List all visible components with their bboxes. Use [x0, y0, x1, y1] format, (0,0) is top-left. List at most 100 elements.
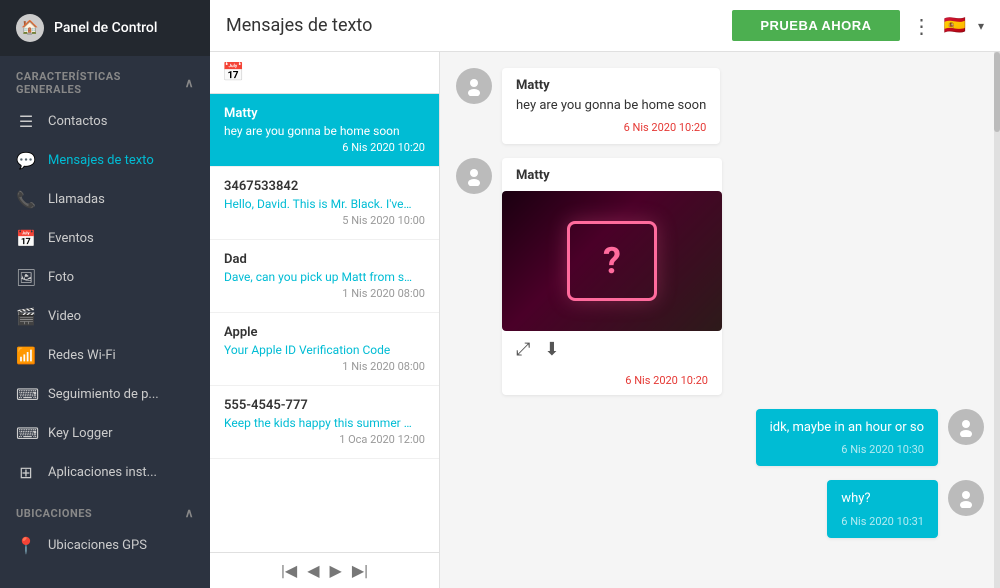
chat-text: hey are you gonna be home soon	[516, 97, 706, 115]
sidebar-item-llamadas[interactable]: 📞 Llamadas	[0, 180, 210, 219]
chat-sender: Matty	[502, 158, 722, 187]
video-icon: 🎬	[16, 307, 36, 326]
photo-icon: 🖼	[16, 268, 36, 287]
chat-image: ?	[502, 191, 722, 331]
msg-item-preview: Your Apple ID Verification Code	[224, 343, 414, 357]
msg-item-time: 1 Oca 2020 12:00	[224, 433, 425, 446]
pagination-last[interactable]: ▶|	[352, 561, 368, 580]
location-icon: 📍	[16, 536, 36, 555]
chat-message-row-sent: why? 6 Nis 2020 10:31	[456, 480, 984, 537]
section-generales: CARACTERÍSTICAS GENERALES ∧	[0, 56, 210, 102]
calendar-filter-icon[interactable]: 📅	[222, 62, 244, 83]
avatar	[456, 68, 492, 104]
scrollbar-thumb[interactable]	[994, 52, 1000, 132]
body-area: 📅 Matty hey are you gonna be home soon 6…	[210, 52, 1000, 588]
msg-item-name: Dad	[224, 252, 425, 267]
chat-message-row: Matty ? ⤢ ⬇ 6 Nis 2020 10:20	[456, 158, 984, 395]
chat-scroll[interactable]: Matty hey are you gonna be home soon 6 N…	[440, 52, 1000, 588]
calendar-icon: 📅	[16, 229, 36, 248]
keyboard-icon: ⌨	[16, 385, 36, 404]
msg-item-name: Apple	[224, 325, 425, 340]
sidebar-item-apps[interactable]: ⊞ Aplicaciones inst...	[0, 453, 210, 492]
sidebar-item-contactos[interactable]: ☰ Contactos	[0, 102, 210, 141]
trial-button[interactable]: PRUEBA AHORA	[732, 10, 899, 41]
chat-message-row: Matty hey are you gonna be home soon 6 N…	[456, 68, 984, 144]
chat-text: why?	[841, 490, 924, 508]
chat-bubble-wrap: Matty ? ⤢ ⬇ 6 Nis 2020 10:20	[502, 158, 722, 395]
message-list-toolbar: 📅	[210, 52, 439, 94]
avatar	[456, 158, 492, 194]
msg-item-name: 3467533842	[224, 179, 425, 194]
msg-item-preview: Hello, David. This is Mr. Black. I've no…	[224, 197, 414, 211]
msg-item-time: 5 Nis 2020 10:00	[224, 214, 425, 227]
expand-icon[interactable]: ⤢	[516, 339, 530, 360]
page-title: Mensajes de texto	[226, 15, 720, 36]
scrollbar-track[interactable]	[994, 52, 1000, 588]
wifi-icon: 📶	[16, 346, 36, 365]
pagination: |◀ ◀ ▶ ▶|	[210, 552, 439, 588]
chat-bubble-wrap: why? 6 Nis 2020 10:31	[827, 480, 938, 537]
msg-item-preview: hey are you gonna be home soon	[224, 124, 414, 138]
apps-icon: ⊞	[16, 463, 36, 482]
top-bar: Mensajes de texto PRUEBA AHORA ⋮ 🇪🇸 ▾	[210, 0, 1000, 52]
sidebar-item-mensajes[interactable]: 💬 Mensajes de texto	[0, 141, 210, 180]
chat-icon: 💬	[16, 151, 36, 170]
download-icon[interactable]: ⬇	[544, 339, 559, 360]
list-item[interactable]: Apple Your Apple ID Verification Code 1 …	[210, 313, 439, 386]
sidebar: 🏠 Panel de Control CARACTERÍSTICAS GENER…	[0, 0, 210, 588]
list-item[interactable]: Dad Dave, can you pick up Matt from scho…	[210, 240, 439, 313]
list-icon: ☰	[16, 112, 36, 131]
image-actions: ⤢ ⬇	[502, 331, 722, 368]
chat-message-row-sent: idk, maybe in an hour or so 6 Nis 2020 1…	[456, 409, 984, 466]
keylogger-icon: ⌨	[16, 424, 36, 443]
sidebar-header[interactable]: 🏠 Panel de Control	[0, 0, 210, 56]
language-chevron-icon[interactable]: ▾	[978, 19, 984, 33]
pagination-prev[interactable]: ◀	[307, 561, 319, 580]
main-content: Mensajes de texto PRUEBA AHORA ⋮ 🇪🇸 ▾ 📅 …	[210, 0, 1000, 588]
sidebar-item-eventos[interactable]: 📅 Eventos	[0, 219, 210, 258]
avatar	[948, 409, 984, 445]
menu-dots-icon[interactable]: ⋮	[912, 14, 932, 38]
msg-item-preview: Keep the kids happy this summer with ...	[224, 416, 414, 430]
chat-bubble-wrap: idk, maybe in an hour or so 6 Nis 2020 1…	[756, 409, 938, 466]
msg-item-name: 555-4545-777	[224, 398, 425, 413]
pagination-next[interactable]: ▶	[330, 561, 342, 580]
chevron-up-icon-2[interactable]: ∧	[185, 506, 194, 520]
sidebar-title: Panel de Control	[54, 20, 157, 36]
chevron-up-icon[interactable]: ∧	[185, 76, 194, 90]
avatar	[948, 480, 984, 516]
section-ubicaciones: UBICACIONES ∧	[0, 492, 210, 526]
chat-panel: Matty hey are you gonna be home soon 6 N…	[440, 52, 1000, 588]
chat-bubble: Matty hey are you gonna be home soon 6 N…	[502, 68, 720, 144]
pagination-first[interactable]: |◀	[281, 561, 297, 580]
msg-item-time: 1 Nis 2020 08:00	[224, 360, 425, 373]
sidebar-item-video[interactable]: 🎬 Video	[0, 297, 210, 336]
chat-sender: Matty	[516, 78, 706, 93]
chat-time: 6 Nis 2020 10:20	[502, 374, 722, 395]
sidebar-item-redes[interactable]: 📶 Redes Wi-Fi	[0, 336, 210, 375]
chat-bubble-sent: why? 6 Nis 2020 10:31	[827, 480, 938, 537]
list-item[interactable]: Matty hey are you gonna be home soon 6 N…	[210, 94, 439, 167]
list-item[interactable]: 3467533842 Hello, David. This is Mr. Bla…	[210, 167, 439, 240]
chat-time: 6 Nis 2020 10:20	[516, 121, 706, 134]
sidebar-item-keylogger[interactable]: ⌨ Key Logger	[0, 414, 210, 453]
question-mark: ?	[567, 221, 657, 301]
chat-bubble-wrap: Matty hey are you gonna be home soon 6 N…	[502, 68, 720, 144]
sidebar-item-foto[interactable]: 🖼 Foto	[0, 258, 210, 297]
phone-icon: 📞	[16, 190, 36, 209]
list-item[interactable]: 555-4545-777 Keep the kids happy this su…	[210, 386, 439, 459]
sidebar-item-seguimiento[interactable]: ⌨ Seguimiento de p...	[0, 375, 210, 414]
flag-icon[interactable]: 🇪🇸	[944, 15, 966, 36]
chat-bubble-sent: idk, maybe in an hour or so 6 Nis 2020 1…	[756, 409, 938, 466]
chat-time: 6 Nis 2020 10:30	[770, 443, 924, 456]
msg-item-time: 6 Nis 2020 10:20	[224, 141, 425, 154]
home-icon: 🏠	[16, 14, 44, 42]
msg-item-time: 1 Nis 2020 08:00	[224, 287, 425, 300]
sidebar-item-gps[interactable]: 📍 Ubicaciones GPS	[0, 526, 210, 565]
message-list-panel: 📅 Matty hey are you gonna be home soon 6…	[210, 52, 440, 588]
message-list-scroll[interactable]: Matty hey are you gonna be home soon 6 N…	[210, 94, 439, 552]
chat-text: idk, maybe in an hour or so	[770, 419, 924, 437]
chat-time: 6 Nis 2020 10:31	[841, 515, 924, 528]
chat-bubble-image: Matty ? ⤢ ⬇ 6 Nis 2020 10:20	[502, 158, 722, 395]
msg-item-name: Matty	[224, 106, 425, 121]
